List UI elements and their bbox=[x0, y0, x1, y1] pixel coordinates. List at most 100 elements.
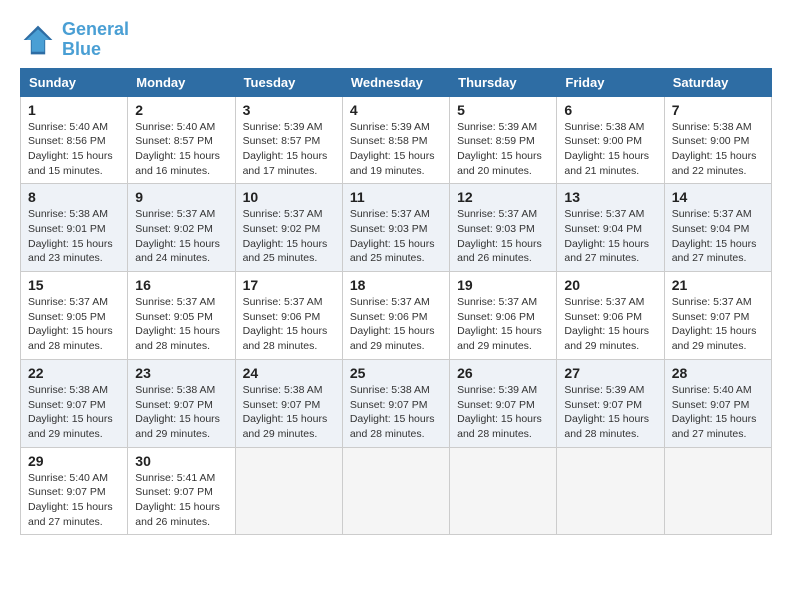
calendar-cell: 6 Sunrise: 5:38 AMSunset: 9:00 PMDaylight… bbox=[557, 96, 664, 184]
calendar-cell: 19Sunrise: 5:37 AMSunset: 9:06 PMDayligh… bbox=[450, 272, 557, 360]
col-friday: Friday bbox=[557, 68, 664, 96]
calendar-cell bbox=[664, 447, 771, 535]
day-number: 7 bbox=[672, 102, 764, 118]
day-info: Sunrise: 5:37 AMSunset: 9:05 PMDaylight:… bbox=[28, 295, 120, 354]
day-number: 13 bbox=[564, 189, 656, 205]
day-info: Sunrise: 5:37 AMSunset: 9:06 PMDaylight:… bbox=[457, 295, 549, 354]
calendar-cell bbox=[235, 447, 342, 535]
week-row-4: 22 Sunrise: 5:38 AMSunset: 9:07 PMDayligh… bbox=[21, 359, 772, 447]
calendar-cell: 16 Sunrise: 5:37 AMSunset: 9:05 PMDayligh… bbox=[128, 272, 235, 360]
day-number: 16 bbox=[135, 277, 227, 293]
day-number: 27 bbox=[564, 365, 656, 381]
header: General Blue bbox=[20, 20, 772, 60]
calendar-cell bbox=[342, 447, 449, 535]
day-info: Sunrise: 5:40 AMSunset: 8:56 PMDaylight:… bbox=[28, 120, 120, 179]
week-row-3: 15 Sunrise: 5:37 AMSunset: 9:05 PMDayligh… bbox=[21, 272, 772, 360]
day-info: Sunrise: 5:37 AMSunset: 9:06 PMDaylight:… bbox=[350, 295, 442, 354]
col-saturday: Saturday bbox=[664, 68, 771, 96]
day-number: 17 bbox=[243, 277, 335, 293]
calendar-cell: 28 Sunrise: 5:40 AMSunset: 9:07 PMDayligh… bbox=[664, 359, 771, 447]
day-number: 21 bbox=[672, 277, 764, 293]
col-monday: Monday bbox=[128, 68, 235, 96]
day-info: Sunrise: 5:39 AMSunset: 8:58 PMDaylight:… bbox=[350, 120, 442, 179]
day-info: Sunrise: 5:37 AMSunset: 9:03 PMDaylight:… bbox=[350, 207, 442, 266]
logo: General Blue bbox=[20, 20, 129, 60]
day-number: 5 bbox=[457, 102, 549, 118]
col-tuesday: Tuesday bbox=[235, 68, 342, 96]
calendar-cell: 23 Sunrise: 5:38 AMSunset: 9:07 PMDayligh… bbox=[128, 359, 235, 447]
day-info: Sunrise: 5:38 AMSunset: 9:07 PMDaylight:… bbox=[243, 383, 335, 442]
day-info: Sunrise: 5:40 AMSunset: 9:07 PMDaylight:… bbox=[28, 471, 120, 530]
calendar-cell: 12 Sunrise: 5:37 AMSunset: 9:03 PMDayligh… bbox=[450, 184, 557, 272]
day-number: 22 bbox=[28, 365, 120, 381]
day-number: 11 bbox=[350, 189, 442, 205]
day-info: Sunrise: 5:38 AMSunset: 9:07 PMDaylight:… bbox=[350, 383, 442, 442]
day-info: Sunrise: 5:40 AMSunset: 8:57 PMDaylight:… bbox=[135, 120, 227, 179]
day-number: 3 bbox=[243, 102, 335, 118]
day-info: Sunrise: 5:37 AMSunset: 9:05 PMDaylight:… bbox=[135, 295, 227, 354]
day-info: Sunrise: 5:38 AMSunset: 9:00 PMDaylight:… bbox=[672, 120, 764, 179]
calendar-cell: 15 Sunrise: 5:37 AMSunset: 9:05 PMDayligh… bbox=[21, 272, 128, 360]
day-number: 8 bbox=[28, 189, 120, 205]
day-number: 20 bbox=[564, 277, 656, 293]
day-number: 28 bbox=[672, 365, 764, 381]
day-number: 9 bbox=[135, 189, 227, 205]
calendar-cell: 25 Sunrise: 5:38 AMSunset: 9:07 PMDayligh… bbox=[342, 359, 449, 447]
day-number: 6 bbox=[564, 102, 656, 118]
calendar-cell: 30Sunrise: 5:41 AMSunset: 9:07 PMDayligh… bbox=[128, 447, 235, 535]
calendar-cell: 10 Sunrise: 5:37 AMSunset: 9:02 PMDayligh… bbox=[235, 184, 342, 272]
col-sunday: Sunday bbox=[21, 68, 128, 96]
day-info: Sunrise: 5:37 AMSunset: 9:06 PMDaylight:… bbox=[243, 295, 335, 354]
calendar-cell: 9 Sunrise: 5:37 AMSunset: 9:02 PMDaylight… bbox=[128, 184, 235, 272]
day-number: 12 bbox=[457, 189, 549, 205]
day-info: Sunrise: 5:39 AMSunset: 8:57 PMDaylight:… bbox=[243, 120, 335, 179]
day-number: 18 bbox=[350, 277, 442, 293]
col-wednesday: Wednesday bbox=[342, 68, 449, 96]
day-info: Sunrise: 5:37 AMSunset: 9:03 PMDaylight:… bbox=[457, 207, 549, 266]
calendar-cell: 22Sunrise: 5:38 AMSunset: 9:07 PMDayligh… bbox=[21, 359, 128, 447]
day-info: Sunrise: 5:40 AMSunset: 9:07 PMDaylight:… bbox=[672, 383, 764, 442]
day-number: 10 bbox=[243, 189, 335, 205]
calendar-cell: 18 Sunrise: 5:37 AMSunset: 9:06 PMDayligh… bbox=[342, 272, 449, 360]
week-row-1: 1 Sunrise: 5:40 AMSunset: 8:56 PMDaylight… bbox=[21, 96, 772, 184]
calendar-cell: 4 Sunrise: 5:39 AMSunset: 8:58 PMDaylight… bbox=[342, 96, 449, 184]
day-number: 29 bbox=[28, 453, 120, 469]
day-info: Sunrise: 5:38 AMSunset: 9:00 PMDaylight:… bbox=[564, 120, 656, 179]
calendar-cell bbox=[450, 447, 557, 535]
calendar-cell: 27 Sunrise: 5:39 AMSunset: 9:07 PMDayligh… bbox=[557, 359, 664, 447]
calendar-cell: 29 Sunrise: 5:40 AMSunset: 9:07 PMDayligh… bbox=[21, 447, 128, 535]
day-number: 15 bbox=[28, 277, 120, 293]
header-row: Sunday Monday Tuesday Wednesday Thursday… bbox=[21, 68, 772, 96]
day-info: Sunrise: 5:37 AMSunset: 9:02 PMDaylight:… bbox=[243, 207, 335, 266]
day-number: 1 bbox=[28, 102, 120, 118]
week-row-5: 29 Sunrise: 5:40 AMSunset: 9:07 PMDayligh… bbox=[21, 447, 772, 535]
day-number: 30 bbox=[135, 453, 227, 469]
day-number: 25 bbox=[350, 365, 442, 381]
day-info: Sunrise: 5:39 AMSunset: 9:07 PMDaylight:… bbox=[564, 383, 656, 442]
day-info: Sunrise: 5:39 AMSunset: 9:07 PMDaylight:… bbox=[457, 383, 549, 442]
calendar-cell: 20 Sunrise: 5:37 AMSunset: 9:06 PMDayligh… bbox=[557, 272, 664, 360]
calendar-cell: 7 Sunrise: 5:38 AMSunset: 9:00 PMDaylight… bbox=[664, 96, 771, 184]
logo-text: General Blue bbox=[62, 20, 129, 60]
calendar-cell: 2 Sunrise: 5:40 AMSunset: 8:57 PMDaylight… bbox=[128, 96, 235, 184]
day-info: Sunrise: 5:39 AMSunset: 8:59 PMDaylight:… bbox=[457, 120, 549, 179]
calendar-cell: 24 Sunrise: 5:38 AMSunset: 9:07 PMDayligh… bbox=[235, 359, 342, 447]
calendar-cell: 17 Sunrise: 5:37 AMSunset: 9:06 PMDayligh… bbox=[235, 272, 342, 360]
calendar-cell: 5 Sunrise: 5:39 AMSunset: 8:59 PMDaylight… bbox=[450, 96, 557, 184]
calendar-cell: 21Sunrise: 5:37 AMSunset: 9:07 PMDayligh… bbox=[664, 272, 771, 360]
calendar-cell: 11 Sunrise: 5:37 AMSunset: 9:03 PMDayligh… bbox=[342, 184, 449, 272]
day-number: 4 bbox=[350, 102, 442, 118]
logo-icon bbox=[20, 22, 56, 58]
day-info: Sunrise: 5:37 AMSunset: 9:06 PMDaylight:… bbox=[564, 295, 656, 354]
day-info: Sunrise: 5:38 AMSunset: 9:07 PMDaylight:… bbox=[135, 383, 227, 442]
day-number: 26 bbox=[457, 365, 549, 381]
calendar-cell: 13Sunrise: 5:37 AMSunset: 9:04 PMDayligh… bbox=[557, 184, 664, 272]
day-number: 23 bbox=[135, 365, 227, 381]
day-number: 24 bbox=[243, 365, 335, 381]
calendar-cell: 26 Sunrise: 5:39 AMSunset: 9:07 PMDayligh… bbox=[450, 359, 557, 447]
day-info: Sunrise: 5:38 AMSunset: 9:01 PMDaylight:… bbox=[28, 207, 120, 266]
day-info: Sunrise: 5:37 AMSunset: 9:02 PMDaylight:… bbox=[135, 207, 227, 266]
calendar-cell: 3 Sunrise: 5:39 AMSunset: 8:57 PMDaylight… bbox=[235, 96, 342, 184]
day-number: 2 bbox=[135, 102, 227, 118]
calendar-cell: 1 Sunrise: 5:40 AMSunset: 8:56 PMDaylight… bbox=[21, 96, 128, 184]
